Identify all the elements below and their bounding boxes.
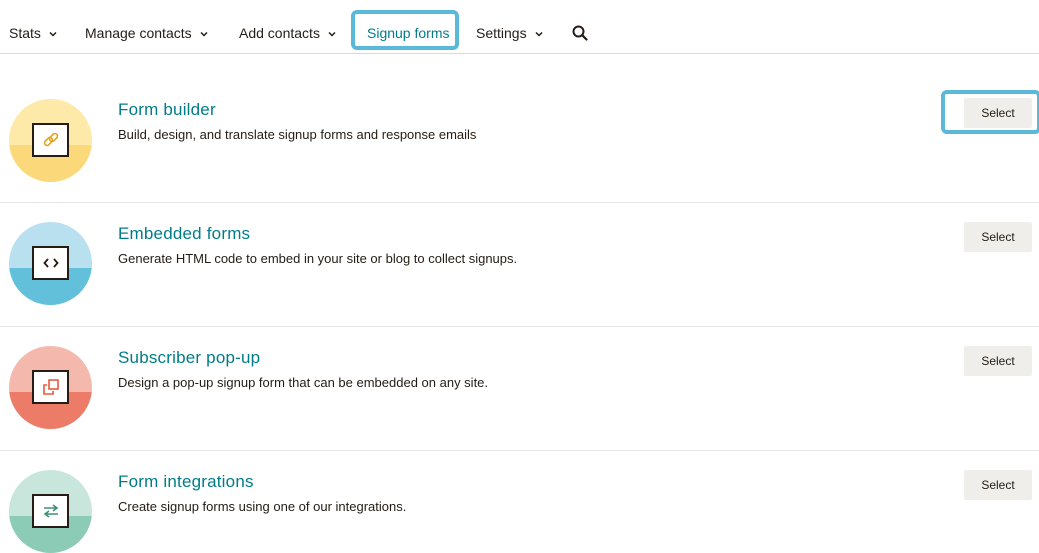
nav-stats[interactable]: Stats	[9, 24, 58, 42]
subscriber-popup-select-button[interactable]: Select	[964, 346, 1032, 376]
row-divider	[0, 326, 1039, 327]
link-icon	[43, 132, 58, 147]
nav-stats-label: Stats	[9, 25, 41, 41]
subscriber-popup-title[interactable]: Subscriber pop-up	[118, 348, 260, 368]
nav-settings[interactable]: Settings	[476, 24, 544, 42]
embedded-forms-badge	[9, 222, 92, 305]
code-icon	[42, 258, 59, 268]
chevron-down-icon	[49, 32, 57, 37]
select-button-highlight	[941, 90, 1039, 134]
chevron-down-icon	[535, 32, 543, 37]
embedded-forms-description: Generate HTML code to embed in your site…	[118, 251, 518, 266]
chevron-down-icon	[200, 32, 208, 37]
row-divider	[0, 450, 1039, 451]
form-builder-description: Build, design, and translate signup form…	[118, 127, 477, 142]
form-integrations-description: Create signup forms using one of our int…	[118, 499, 407, 514]
embedded-forms-select-button[interactable]: Select	[964, 222, 1032, 252]
form-integrations-title[interactable]: Form integrations	[118, 472, 254, 492]
form-integrations-badge	[9, 470, 92, 553]
row-divider	[0, 202, 1039, 203]
form-builder-title[interactable]: Form builder	[118, 100, 216, 120]
top-navigation: Stats Manage contacts Add contacts Signu…	[0, 0, 1039, 54]
nav-add-contacts-label: Add contacts	[239, 25, 320, 41]
nav-add-contacts[interactable]: Add contacts	[239, 24, 337, 42]
swap-arrows-icon	[43, 504, 58, 518]
nav-manage-contacts[interactable]: Manage contacts	[85, 24, 209, 42]
nav-settings-label: Settings	[476, 25, 527, 41]
form-integrations-select-button[interactable]: Select	[964, 470, 1032, 500]
chevron-down-icon	[328, 32, 336, 37]
subscriber-popup-description: Design a pop-up signup form that can be …	[118, 375, 489, 390]
search-icon[interactable]	[572, 25, 588, 41]
embedded-forms-title[interactable]: Embedded forms	[118, 224, 250, 244]
signup-forms-highlight	[351, 10, 459, 50]
subscriber-popup-badge	[9, 346, 92, 429]
popup-icon	[42, 379, 59, 395]
form-builder-badge	[9, 99, 92, 182]
nav-manage-contacts-label: Manage contacts	[85, 25, 192, 41]
